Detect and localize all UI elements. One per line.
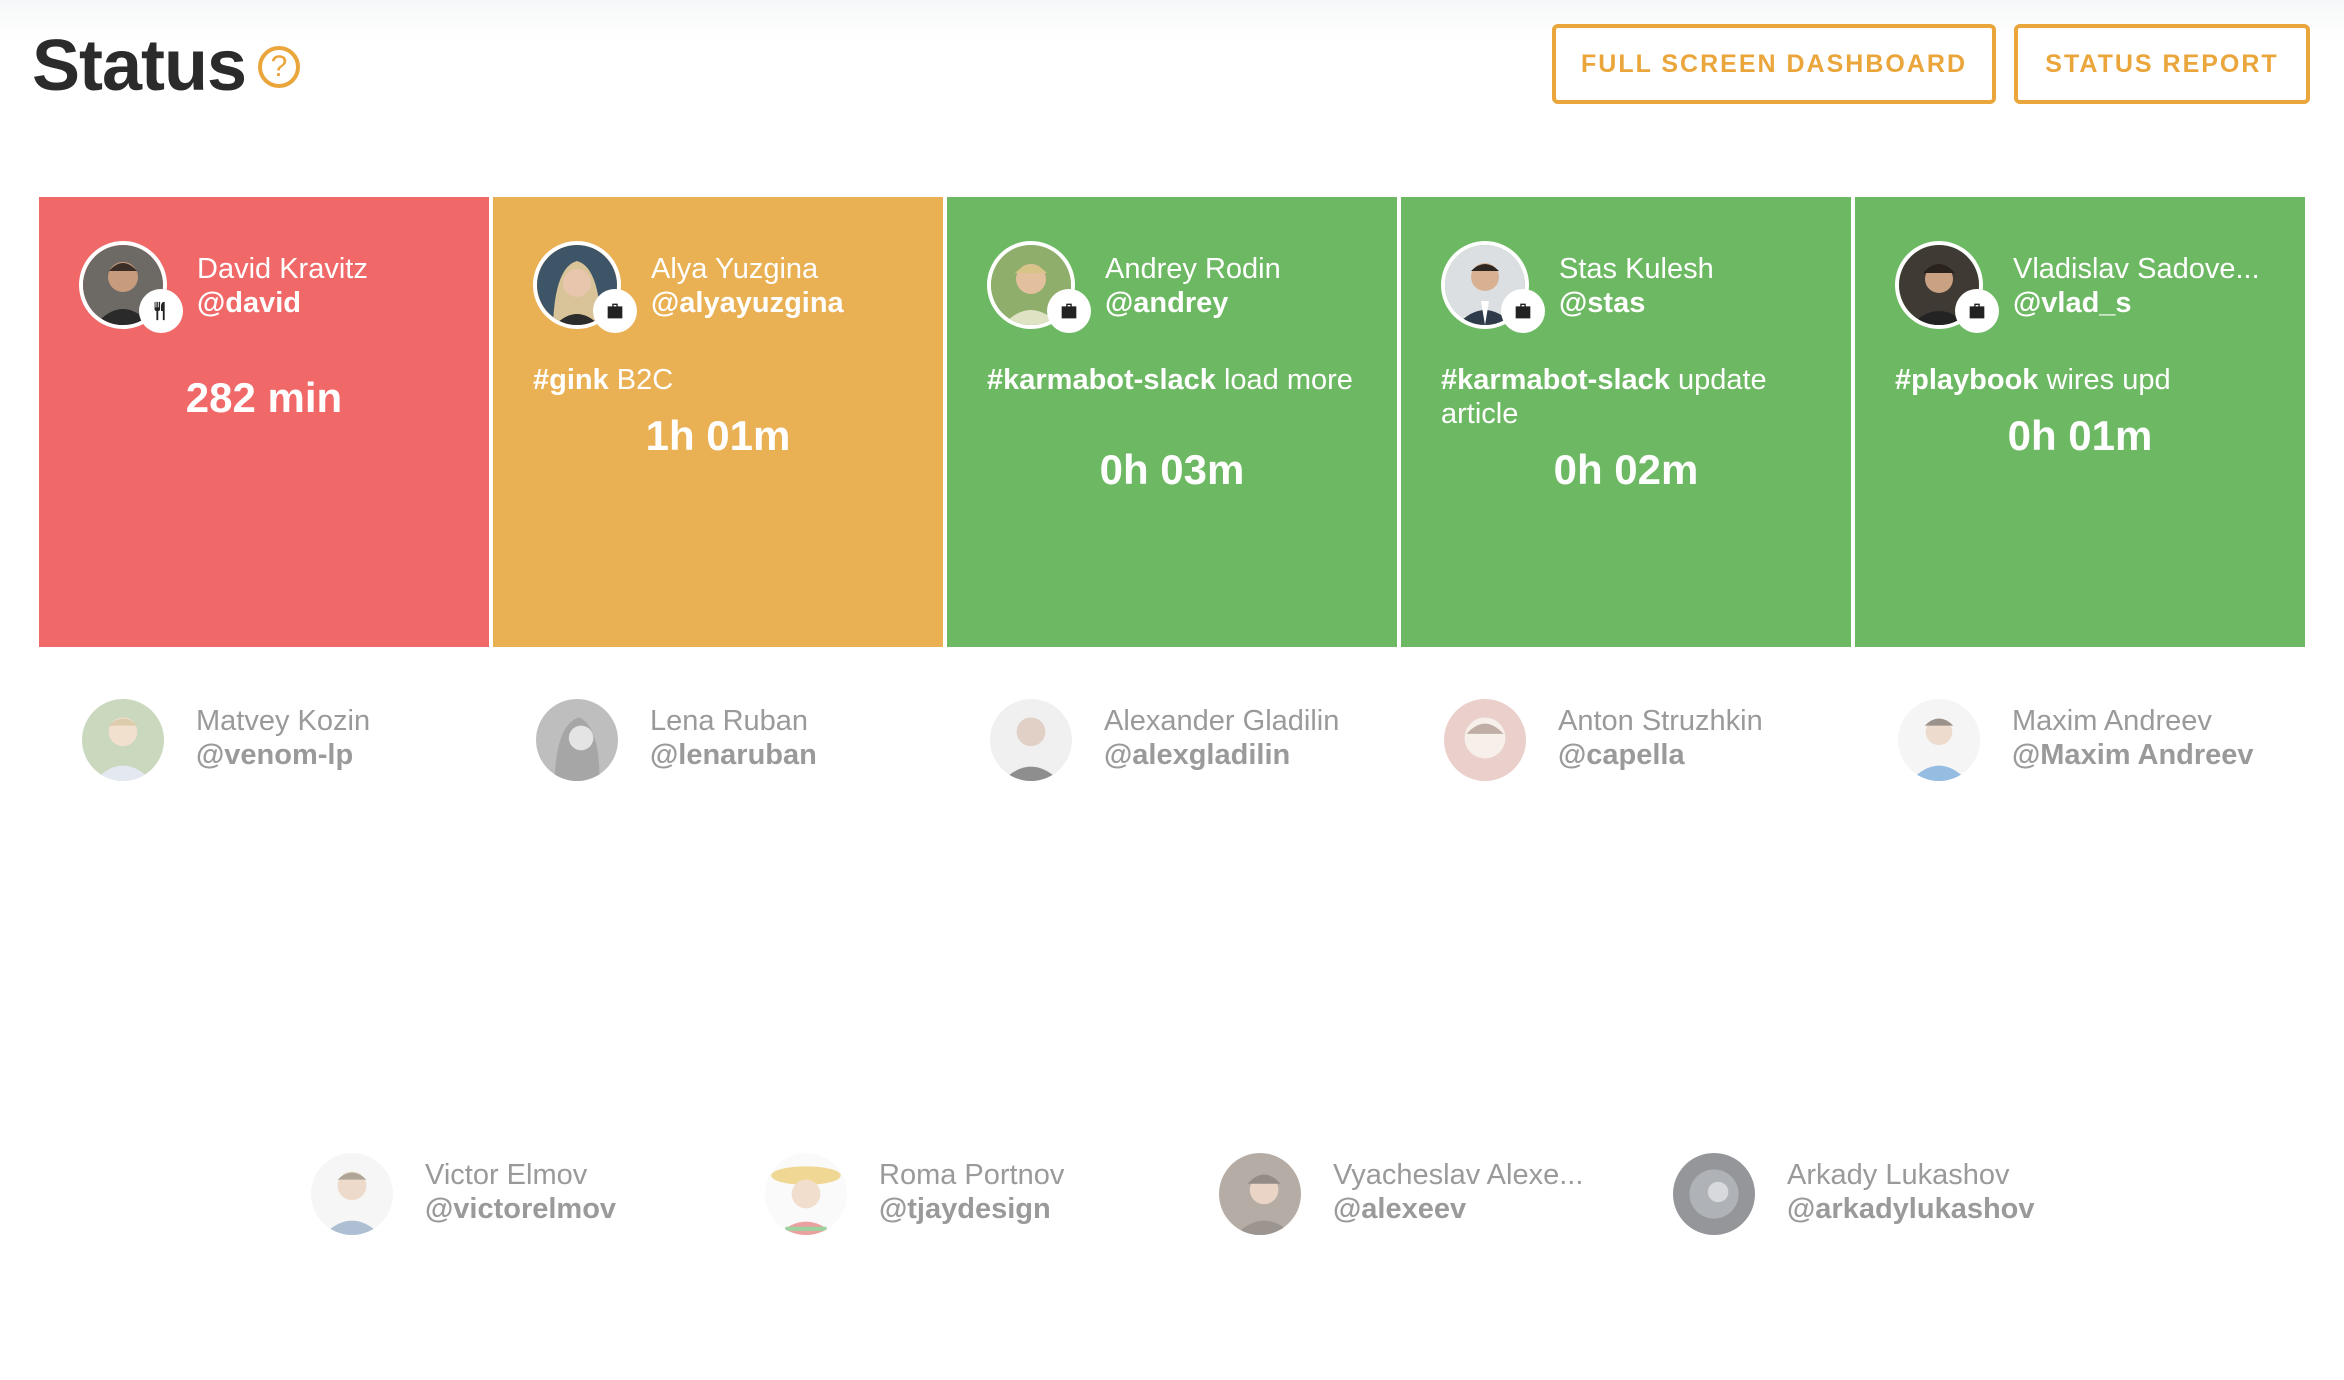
member-handle: @alyayuzgina [651, 287, 844, 319]
member-handle: @andrey [1105, 287, 1229, 319]
task-text: wires upd [2038, 364, 2171, 396]
member-handle: @Maxim Andreev [2012, 739, 2254, 771]
help-icon[interactable]: ? [258, 46, 300, 88]
status-card-vlad_s[interactable]: Vladislav Sadove... @vlad_s #playbook wi… [1855, 197, 2305, 647]
duration: 0h 03m [1099, 446, 1245, 493]
avatar [1898, 699, 1980, 781]
status-card-david[interactable]: David Kravitz @david 282 min [39, 197, 489, 647]
member-handle: @david [197, 287, 302, 319]
avatar [1444, 699, 1526, 781]
team-member-maxim-andreev[interactable]: Maxim Andreev @Maxim Andreev [1898, 695, 2338, 785]
briefcase-icon [1955, 289, 1999, 333]
member-name: Lena Ruban [650, 705, 809, 737]
member-handle: @alexgladilin [1104, 739, 1291, 771]
team-member-lenaruban[interactable]: Lena Ruban @lenaruban [536, 695, 976, 785]
briefcase-icon [1501, 289, 1545, 333]
member-handle: @lenaruban [650, 739, 817, 771]
member-handle: @venom-lp [196, 739, 354, 771]
full-screen-dashboard-button[interactable]: FULL SCREEN DASHBOARD [1552, 24, 1996, 104]
task-description: #karmabot-slack update article [1441, 363, 1821, 431]
member-handle: @vlad_s [2013, 287, 2132, 319]
member-handle: @stas [1559, 287, 1646, 319]
member-name: Victor Elmov [425, 1159, 588, 1191]
status-card-stas[interactable]: Stas Kulesh @stas #karmabot-slack update… [1401, 197, 1851, 647]
member-name: Vladislav Sadove... [2013, 253, 2260, 285]
team-member-alexeev[interactable]: Vyacheslav Alexe... @alexeev [1219, 1149, 1659, 1239]
member-name: Maxim Andreev [2012, 705, 2212, 737]
task-description: #gink B2C [533, 363, 913, 397]
team-member-tjaydesign[interactable]: Roma Portnov @tjaydesign [765, 1149, 1205, 1239]
avatar [536, 699, 618, 781]
avatar [82, 699, 164, 781]
team-member-arkadylukashov[interactable]: Arkady Lukashov @arkadylukashov [1673, 1149, 2113, 1239]
briefcase-icon [593, 289, 637, 333]
member-name: Anton Struzhkin [1558, 705, 1763, 737]
task-text: B2C [608, 364, 674, 396]
member-name: Alexander Gladilin [1104, 705, 1340, 737]
task-description: #playbook wires upd [1895, 363, 2275, 397]
task-text: load more [1215, 364, 1353, 396]
duration: 1h 01m [645, 412, 791, 459]
fork-knife-icon [139, 289, 183, 333]
member-handle: @victorelmov [425, 1193, 617, 1225]
avatar [990, 699, 1072, 781]
status-card-andrey[interactable]: Andrey Rodin @andrey #karmabot-slack loa… [947, 197, 1397, 647]
briefcase-icon [1047, 289, 1091, 333]
task-tag: #karmabot-slack [987, 364, 1216, 396]
status-card-alyayuzgina[interactable]: Alya Yuzgina @alyayuzgina #gink B2C 1h 0… [493, 197, 943, 647]
team-member-capella[interactable]: Anton Struzhkin @capella [1444, 695, 1884, 785]
task-description: #karmabot-slack load more [987, 363, 1367, 397]
duration: 0h 01m [2007, 412, 2153, 459]
member-name: Arkady Lukashov [1787, 1159, 2010, 1191]
member-name: Andrey Rodin [1105, 253, 1281, 285]
avatar [765, 1153, 847, 1235]
duration: 282 min [185, 374, 343, 421]
member-handle: @alexeev [1333, 1193, 1467, 1225]
task-tag: #playbook [1895, 364, 2039, 396]
team-member-alexgladilin[interactable]: Alexander Gladilin @alexgladilin [990, 695, 1430, 785]
task-tag: #gink [533, 364, 609, 396]
team-member-venom-lp[interactable]: Matvey Kozin @venom-lp [82, 695, 522, 785]
task-tag: #karmabot-slack [1441, 364, 1670, 396]
avatar [311, 1153, 393, 1235]
avatar [1219, 1153, 1301, 1235]
member-handle: @arkadylukashov [1787, 1193, 2035, 1225]
team-member-victorelmov[interactable]: Victor Elmov @victorelmov [311, 1149, 751, 1239]
member-name: Roma Portnov [879, 1159, 1065, 1191]
duration: 0h 02m [1553, 446, 1699, 493]
member-handle: @tjaydesign [879, 1193, 1051, 1225]
page-title: Status [32, 26, 247, 106]
member-handle: @capella [1558, 739, 1685, 771]
member-name: David Kravitz [197, 253, 368, 285]
member-name: Alya Yuzgina [651, 253, 819, 285]
member-name: Vyacheslav Alexe... [1333, 1159, 1584, 1191]
avatar [1673, 1153, 1755, 1235]
member-name: Matvey Kozin [196, 705, 371, 737]
status-report-button[interactable]: STATUS REPORT [2014, 24, 2310, 104]
member-name: Stas Kulesh [1559, 253, 1714, 285]
